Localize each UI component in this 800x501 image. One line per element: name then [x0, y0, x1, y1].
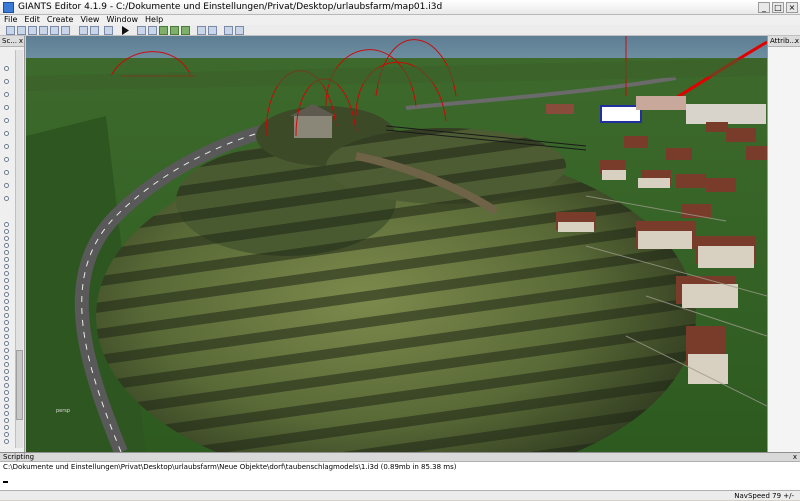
open-icon[interactable] — [17, 26, 26, 35]
app-icon — [3, 2, 14, 13]
tree-node-expander[interactable] — [4, 306, 9, 311]
refresh-icon[interactable] — [104, 26, 113, 35]
tree-node-expander[interactable] — [4, 355, 9, 360]
tree-node-expander[interactable] — [4, 439, 9, 444]
tree-node-expander[interactable] — [4, 327, 9, 332]
scripting-close-button[interactable]: x — [793, 453, 797, 462]
export-icon[interactable] — [50, 26, 59, 35]
attributes-panel: Attrib... x — [767, 36, 800, 452]
toolbar — [0, 25, 800, 36]
tree-node-expander[interactable] — [4, 144, 9, 149]
tree-node-expander[interactable] — [4, 362, 9, 367]
title-bar: GIANTS Editor 4.1.9 - C:/Dokumente und E… — [0, 0, 800, 15]
scenegraph-scrollbar[interactable] — [15, 50, 23, 448]
viewport-camera-label: persp — [56, 408, 71, 414]
menu-file[interactable]: File — [4, 15, 17, 25]
attributes-title: Attrib... — [770, 37, 797, 45]
tree-node-expander[interactable] — [4, 222, 9, 227]
save-all-icon[interactable] — [61, 26, 70, 35]
tree-node-expander[interactable] — [4, 285, 9, 290]
log-input-cursor[interactable] — [3, 481, 8, 483]
settings-icon[interactable] — [235, 26, 244, 35]
window-controls: _ □ × — [758, 2, 798, 13]
tree-node-expander[interactable] — [4, 196, 9, 201]
tree-node-expander[interactable] — [4, 92, 9, 97]
menu-edit[interactable]: Edit — [24, 15, 40, 25]
scripting-header: Scripting x — [0, 453, 800, 462]
tree-node-expander[interactable] — [4, 404, 9, 409]
tree-node-expander[interactable] — [4, 170, 9, 175]
scripting-title: Scripting — [3, 453, 35, 461]
tree-node-expander[interactable] — [4, 79, 9, 84]
menu-bar: File Edit Create View Window Help — [0, 15, 800, 25]
vertex-icon[interactable] — [197, 26, 206, 35]
scenegraph-panel: Sc... x — [0, 36, 25, 452]
tree-node-expander[interactable] — [4, 131, 9, 136]
scenegraph-title: Sc... — [2, 37, 17, 45]
tree-node-expander[interactable] — [4, 383, 9, 388]
menu-window[interactable]: Window — [106, 15, 138, 25]
tree-node-expander[interactable] — [4, 376, 9, 381]
new-icon[interactable] — [6, 26, 15, 35]
3d-viewport[interactable]: persp — [26, 36, 767, 452]
tree-node-expander[interactable] — [4, 118, 9, 123]
tree-node-expander[interactable] — [4, 313, 9, 318]
tree-node-expander[interactable] — [4, 278, 9, 283]
tree-node-expander[interactable] — [4, 292, 9, 297]
tool-icon[interactable] — [208, 26, 217, 35]
zoom-icon[interactable] — [224, 26, 233, 35]
log-line: C:\Dokumente und Einstellungen\Privat\De… — [3, 463, 457, 471]
select-icon[interactable] — [148, 26, 157, 35]
attributes-header: Attrib... x — [768, 36, 800, 47]
import-icon[interactable] — [39, 26, 48, 35]
terrain-icon[interactable] — [159, 26, 168, 35]
menu-view[interactable]: View — [80, 15, 99, 25]
tree-node-expander[interactable] — [4, 243, 9, 248]
tree-node-expander[interactable] — [4, 236, 9, 241]
scrollbar-thumb[interactable] — [16, 350, 23, 420]
menu-help[interactable]: Help — [145, 15, 163, 25]
tree-node-expander[interactable] — [4, 264, 9, 269]
maximize-button[interactable]: □ — [772, 2, 784, 13]
save-icon[interactable] — [28, 26, 37, 35]
undo-icon[interactable] — [79, 26, 88, 35]
tree-node-expander[interactable] — [4, 183, 9, 188]
tree-node-expander[interactable] — [4, 369, 9, 374]
tree-node-expander[interactable] — [4, 432, 9, 437]
tree-node-expander[interactable] — [4, 390, 9, 395]
close-button[interactable]: × — [786, 2, 798, 13]
tree-node-expander[interactable] — [4, 105, 9, 110]
redo-icon[interactable] — [90, 26, 99, 35]
cursor-icon[interactable] — [137, 26, 146, 35]
tree-node-expander[interactable] — [4, 66, 9, 71]
scenegraph-close-button[interactable]: x — [19, 36, 23, 46]
tree-node-expander[interactable] — [4, 411, 9, 416]
status-bar: NavSpeed 79 +/- — [0, 490, 800, 500]
menu-create[interactable]: Create — [47, 15, 74, 25]
log-output[interactable]: C:\Dokumente und Einstellungen\Privat\De… — [3, 463, 456, 472]
window-title: GIANTS Editor 4.1.9 - C:/Dokumente und E… — [18, 2, 443, 12]
scenegraph-header: Sc... x — [0, 36, 24, 47]
terrain-render — [26, 36, 767, 452]
play-icon[interactable] — [121, 26, 130, 35]
tree-node-expander[interactable] — [4, 299, 9, 304]
tree-node-expander[interactable] — [4, 229, 9, 234]
tree-node-expander[interactable] — [4, 348, 9, 353]
tree-node-expander[interactable] — [4, 425, 9, 430]
tree-node-expander[interactable] — [4, 397, 9, 402]
tree-node-expander[interactable] — [4, 250, 9, 255]
attributes-close-button[interactable]: x — [795, 36, 799, 46]
tree-node-expander[interactable] — [4, 418, 9, 423]
paint-icon[interactable] — [170, 26, 179, 35]
tree-node-expander[interactable] — [4, 341, 9, 346]
minimize-button[interactable]: _ — [758, 2, 770, 13]
tree-node-expander[interactable] — [4, 320, 9, 325]
foliage-icon[interactable] — [181, 26, 190, 35]
tree-node-expander[interactable] — [4, 157, 9, 162]
tree-node-expander[interactable] — [4, 334, 9, 339]
tree-node-expander[interactable] — [4, 271, 9, 276]
tree-node-expander[interactable] — [4, 257, 9, 262]
